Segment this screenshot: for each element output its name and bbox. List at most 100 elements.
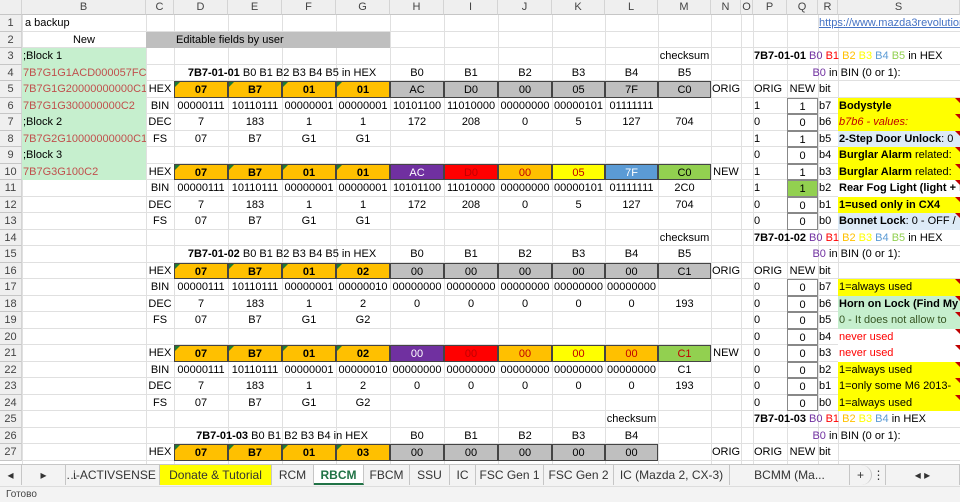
sheet-tab[interactable]: FSC Gen 2 <box>544 465 614 485</box>
row-header[interactable]: 16 <box>0 262 22 279</box>
bin-cell[interactable]: 00000000 <box>498 98 552 115</box>
bin-cell[interactable] <box>658 279 711 296</box>
left-list-item[interactable]: 7B7G1G20000000000C1 <box>22 81 146 98</box>
hex-new-cell[interactable]: C0 <box>658 163 711 180</box>
column-header[interactable]: M <box>658 0 711 15</box>
orig-header[interactable]: ORIG <box>753 263 787 280</box>
bit-label[interactable]: b0 <box>818 395 838 412</box>
bin-cell[interactable]: 10110111 <box>228 279 282 296</box>
row-header[interactable]: 8 <box>0 130 22 147</box>
hex-orig-cell[interactable]: 02 <box>336 262 390 279</box>
bit-description[interactable]: Horn on Lock (Find My <box>838 295 960 312</box>
bit-description[interactable]: Rear Fog Light (light + i <box>838 180 960 197</box>
hex-orig-cell[interactable]: 01 <box>282 444 336 461</box>
bin-cell[interactable]: 00000000 <box>444 279 498 296</box>
new-label[interactable]: NEW <box>711 164 741 181</box>
fs-cell[interactable]: B7 <box>228 213 282 230</box>
row-label-hex[interactable]: HEX <box>146 263 174 280</box>
dec-cell[interactable]: 193 <box>658 378 711 395</box>
new-bit-input[interactable]: 1 <box>787 163 818 180</box>
fs-cell[interactable]: 07 <box>174 312 228 329</box>
orig-label[interactable]: ORIG <box>711 263 741 280</box>
byte-header[interactable]: B4 <box>605 428 658 445</box>
row-label-bin[interactable]: BIN <box>146 98 174 115</box>
row-header[interactable]: 25 <box>0 411 22 428</box>
bit-header[interactable]: bit <box>818 81 838 98</box>
row-header[interactable]: 12 <box>0 196 22 213</box>
bin-cell[interactable]: 00000001 <box>336 180 390 197</box>
row-header[interactable]: 19 <box>0 312 22 329</box>
orig-bit-value[interactable]: 1 <box>753 98 787 115</box>
bin-cell[interactable]: 00000001 <box>282 279 336 296</box>
hex-new-cell[interactable]: C1 <box>658 345 711 362</box>
dec-cell[interactable]: 7 <box>174 378 228 395</box>
right-panel-title[interactable]: 7B7-01-01 B0 B1 B2 B3 B4 B5 in HEX <box>753 48 960 65</box>
row-label-dec[interactable]: DEC <box>146 114 174 131</box>
dec-cell[interactable]: 0 <box>498 114 552 131</box>
column-header[interactable]: H <box>390 0 444 15</box>
column-header[interactable]: Q <box>787 0 818 15</box>
bit-label[interactable]: b5 <box>818 312 838 329</box>
left-list-item[interactable]: 7B7G2G10000000000C1 <box>22 130 146 147</box>
bit-label[interactable]: b4 <box>818 329 838 346</box>
byte-header[interactable]: B0 <box>390 246 444 263</box>
bit-description[interactable]: Bodystyle <box>838 97 960 114</box>
hex-orig-cell[interactable]: 00 <box>552 262 605 279</box>
column-header[interactable]: F <box>282 0 336 15</box>
byte-header[interactable]: B2 <box>498 246 552 263</box>
row-header[interactable]: 7 <box>0 114 22 131</box>
bin-cell[interactable]: 11010000 <box>444 180 498 197</box>
bit-description[interactable]: 1=always used <box>838 394 960 411</box>
hex-orig-cell[interactable]: 03 <box>336 444 390 461</box>
hex-orig-cell[interactable]: 00 <box>444 444 498 461</box>
bit-label[interactable]: b1 <box>818 378 838 395</box>
bin-cell[interactable]: 00000000 <box>552 362 605 379</box>
fs-cell[interactable]: G1 <box>282 213 336 230</box>
hex-orig-cell[interactable]: D0 <box>444 81 498 98</box>
dec-cell[interactable]: 183 <box>228 197 282 214</box>
select-all-corner[interactable] <box>0 0 22 15</box>
column-header[interactable]: I <box>444 0 498 15</box>
bin-cell[interactable]: 10110111 <box>228 180 282 197</box>
dec-cell[interactable]: 1 <box>282 296 336 313</box>
new-bit-input[interactable]: 0 <box>787 114 818 131</box>
orig-header[interactable]: ORIG <box>753 81 787 98</box>
column-header[interactable]: K <box>552 0 605 15</box>
bit-label[interactable]: b2 <box>818 180 838 197</box>
orig-bit-value[interactable]: 0 <box>753 345 787 362</box>
dec-cell[interactable]: 1 <box>282 197 336 214</box>
dec-cell[interactable]: 0 <box>498 378 552 395</box>
hex-orig-cell[interactable]: 01 <box>282 262 336 279</box>
bin-cell[interactable]: 00000001 <box>282 98 336 115</box>
hex-orig-cell[interactable]: C0 <box>658 81 711 98</box>
column-header[interactable]: G <box>336 0 390 15</box>
dec-cell[interactable]: 1 <box>336 197 390 214</box>
hex-new-cell[interactable]: 00 <box>498 345 552 362</box>
bit-description[interactable]: never used <box>838 328 960 345</box>
left-list-item[interactable]: 7B7G1G1ACD000057FC0 <box>22 64 146 81</box>
orig-bit-value[interactable]: 1 <box>753 131 787 148</box>
hex-orig-cell[interactable]: 07 <box>174 81 228 98</box>
hex-orig-cell[interactable]: AC <box>390 81 444 98</box>
dec-cell[interactable]: 183 <box>228 378 282 395</box>
hex-new-cell[interactable]: 00 <box>444 345 498 362</box>
bin-cell[interactable]: 00000000 <box>605 279 658 296</box>
bin-cell[interactable]: 00000111 <box>174 180 228 197</box>
bin-cell[interactable]: 00000111 <box>174 279 228 296</box>
right-panel-subtitle[interactable]: B0 in BIN (0 or 1): <box>753 246 960 263</box>
bin-cell[interactable]: 00000001 <box>282 362 336 379</box>
orig-bit-value[interactable]: 0 <box>753 312 787 329</box>
horizontal-scrollbar[interactable]: ◂ ▸ <box>886 465 960 485</box>
bin-cell[interactable]: 00000101 <box>552 180 605 197</box>
byte-header[interactable]: B2 <box>498 65 552 82</box>
right-panel-subtitle[interactable]: B0 in BIN (0 or 1): <box>753 428 960 445</box>
new-bit-input[interactable]: 0 <box>787 345 818 362</box>
dec-cell[interactable]: 1 <box>282 114 336 131</box>
hex-orig-cell[interactable]: 07 <box>174 444 228 461</box>
sheet-tab[interactable]: IC <box>450 465 476 485</box>
row-label-hex[interactable]: HEX <box>146 81 174 98</box>
hex-new-cell[interactable]: 02 <box>336 345 390 362</box>
bin-cell[interactable]: 00000101 <box>552 98 605 115</box>
sheet-tab[interactable]: IC (Mazda 2, CX-3) <box>614 465 730 485</box>
column-header[interactable]: O <box>741 0 753 15</box>
